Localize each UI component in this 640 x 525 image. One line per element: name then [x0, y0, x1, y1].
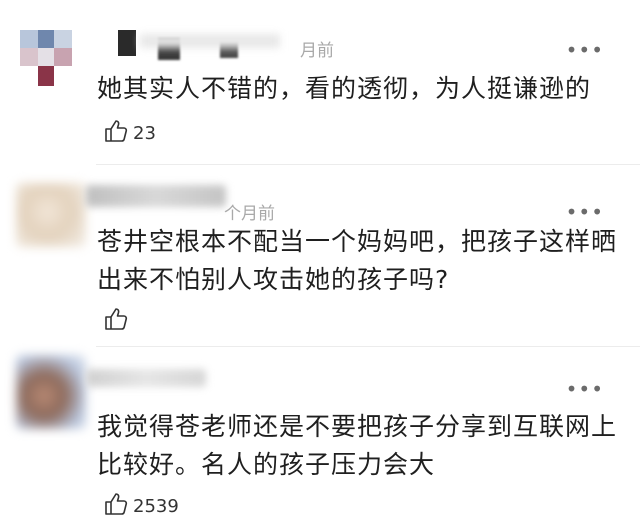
comment-item: 月前 ••• 她其实人不错的，看的透彻，为人挺谦逊的 23	[0, 0, 640, 165]
like-count: 2539	[133, 495, 179, 517]
like-count: 23	[133, 122, 156, 144]
like-button[interactable]	[103, 308, 133, 334]
comment-item: 个月前 ••• 苍井空根本不配当一个妈妈吧，把孩子这样晒出来不怕别人攻击她的孩子…	[0, 165, 640, 347]
comment-time: 个月前	[224, 204, 275, 224]
like-button[interactable]: 23	[103, 120, 156, 146]
more-dots-icon[interactable]: •••	[566, 40, 604, 60]
comment-text: 我觉得苍老师还是不要把孩子分享到互联网上比较好。名人的孩子压力会大	[97, 412, 618, 479]
avatar[interactable]	[16, 355, 86, 429]
more-dots-icon[interactable]: •••	[566, 202, 604, 222]
username-redacted[interactable]	[86, 369, 206, 387]
comment-time: 月前	[300, 41, 334, 61]
comment-text: 苍井空根本不配当一个妈妈吧，把孩子这样晒出来不怕别人攻击她的孩子吗?	[97, 227, 618, 294]
username-redacted[interactable]	[100, 30, 300, 60]
more-dots-icon[interactable]: •••	[566, 379, 604, 399]
thumbs-up-icon	[103, 491, 129, 521]
like-button[interactable]: 2539	[103, 493, 179, 519]
comment-text: 她其实人不错的，看的透彻，为人挺谦逊的	[97, 74, 592, 103]
avatar[interactable]	[16, 183, 86, 247]
username-redacted[interactable]	[86, 185, 226, 207]
comment-item: ••• 我觉得苍老师还是不要把孩子分享到互联网上比较好。名人的孩子压力会大 25…	[0, 347, 640, 525]
avatar[interactable]	[16, 26, 86, 90]
thumbs-up-icon	[103, 306, 129, 336]
thumbs-up-icon	[103, 118, 129, 148]
